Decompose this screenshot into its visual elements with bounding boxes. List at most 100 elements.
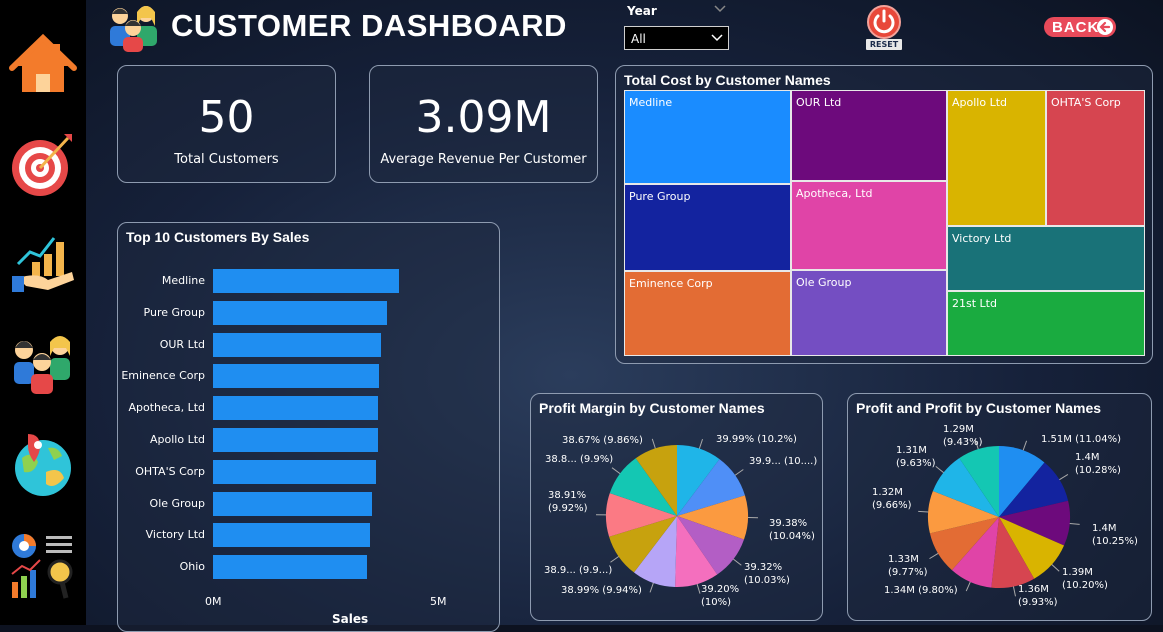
- treemap-cell[interactable]: 21st Ltd: [947, 291, 1145, 356]
- pie-data-label: 38.91%(9.92%): [548, 489, 588, 515]
- pie-leader-line: [610, 557, 618, 563]
- bar[interactable]: [213, 428, 378, 452]
- kpi-label: Average Revenue Per Customer: [370, 152, 597, 167]
- bar-category-label: OUR Ltd: [118, 338, 205, 351]
- treemap-cell[interactable]: OHTA'S Corp: [1046, 90, 1145, 226]
- treemap-cell-label: Medline: [629, 96, 672, 109]
- profit-margin-pie-chart: Profit Margin by Customer Names 39.99% (…: [530, 393, 823, 621]
- chevron-down-icon: [711, 33, 723, 43]
- treemap-cell-label: Victory Ltd: [952, 232, 1011, 245]
- pie-data-label: 1.33M(9.77%): [888, 553, 928, 579]
- pie-leader-line: [733, 559, 741, 565]
- pie-data-label: 1.39M(10.20%): [1062, 566, 1108, 592]
- pie-data-label: 38.99% (9.94%): [561, 584, 642, 597]
- bar[interactable]: [213, 460, 376, 484]
- customers-icon[interactable]: [8, 328, 78, 398]
- pie-leader-line: [1052, 565, 1059, 572]
- treemap-cell[interactable]: Medline: [624, 90, 791, 184]
- sidebar: [0, 0, 86, 625]
- pie-leader-line: [697, 584, 700, 594]
- treemap-cell[interactable]: Eminence Corp: [624, 271, 791, 356]
- total-cost-treemap: Total Cost by Customer Names MedlinePure…: [615, 65, 1153, 364]
- back-button[interactable]: BACK: [1044, 17, 1116, 37]
- customers-title-icon: [106, 2, 162, 52]
- treemap-cell[interactable]: Apotheca, Ltd: [791, 181, 947, 270]
- pie-data-label: 1.4M(10.25%): [1092, 522, 1138, 548]
- x-axis-label: Sales: [332, 612, 368, 626]
- pie-leader-line: [1023, 441, 1026, 450]
- pie-leader-line: [1070, 523, 1080, 524]
- chevron-down-icon[interactable]: [714, 4, 726, 14]
- reset-label: RESET: [866, 39, 902, 50]
- pie-data-label: 39.32%(10.03%): [744, 561, 790, 587]
- pie-data-label: 1.51M (11.04%): [1041, 433, 1121, 446]
- treemap-cell[interactable]: Apollo Ltd: [947, 90, 1046, 226]
- treemap-cell[interactable]: Pure Group: [624, 184, 791, 271]
- pie-leader-line: [612, 468, 620, 474]
- bar-category-label: OHTA'S Corp: [118, 465, 205, 478]
- bar[interactable]: [213, 523, 370, 547]
- kpi-value: 3.09M: [370, 92, 597, 143]
- treemap-cell[interactable]: Ole Group: [791, 270, 947, 356]
- bar-category-label: Apotheca, Ltd: [118, 401, 205, 414]
- power-icon: [866, 5, 902, 39]
- pie-leader-line: [930, 553, 939, 558]
- year-select[interactable]: All: [624, 26, 729, 50]
- pie-data-label: 39.20%(10%): [701, 583, 739, 609]
- treemap-cell-label: OHTA'S Corp: [1051, 96, 1121, 109]
- home-icon[interactable]: [8, 30, 78, 100]
- bar[interactable]: [213, 364, 379, 388]
- back-arrow-icon: [1096, 18, 1114, 36]
- pie-leader-line: [699, 439, 702, 448]
- reset-button[interactable]: RESET: [866, 5, 904, 51]
- pie-leader-line: [650, 583, 653, 592]
- bar[interactable]: [213, 555, 367, 579]
- bar-category-label: Eminence Corp: [118, 369, 205, 382]
- globe-map-icon[interactable]: [8, 428, 78, 498]
- treemap-cell[interactable]: Victory Ltd: [947, 226, 1145, 291]
- kpi-card-avg-revenue: 3.09M Average Revenue Per Customer: [369, 65, 598, 183]
- treemap-cell-label: Ole Group: [796, 276, 851, 289]
- treemap-cell-label: Pure Group: [629, 190, 690, 203]
- bar[interactable]: [213, 333, 381, 357]
- pie-leader-line: [735, 469, 743, 475]
- year-filter-label: Year: [627, 4, 657, 18]
- pie-data-label: 1.36M(9.93%): [1018, 583, 1058, 609]
- pie-data-label: 38.67% (9.86%): [562, 434, 643, 447]
- bar-category-label: Apollo Ltd: [118, 433, 205, 446]
- treemap-cell-label: Apollo Ltd: [952, 96, 1007, 109]
- pie-data-label: 38.9... (9.9...): [544, 564, 612, 577]
- pie-data-label: 39.99% (10.2%): [716, 433, 797, 446]
- treemap-cell-label: OUR Ltd: [796, 96, 841, 109]
- x-tick: 0M: [205, 595, 222, 608]
- x-tick: 5M: [430, 595, 447, 608]
- bar[interactable]: [213, 269, 399, 293]
- pie-data-label: 39.38%(10.04%): [769, 517, 815, 543]
- target-icon[interactable]: [8, 130, 78, 200]
- pie-leader-line: [1059, 474, 1068, 479]
- growth-chart-hand-icon[interactable]: [8, 228, 78, 298]
- bar[interactable]: [213, 492, 372, 516]
- kpi-value: 50: [118, 92, 335, 143]
- pie-data-label: 1.29M(9.43%): [943, 423, 983, 449]
- pie-data-label: 1.34M (9.80%): [884, 584, 958, 597]
- bar-category-label: Pure Group: [118, 306, 205, 319]
- back-label: BACK: [1052, 19, 1099, 36]
- analytics-icon[interactable]: [8, 530, 78, 600]
- bar[interactable]: [213, 396, 378, 420]
- pie-data-label: 1.32M(9.66%): [872, 486, 912, 512]
- bar-plot-area: Medline Pure Group OUR Ltd Eminence Corp Apo…: [118, 223, 501, 623]
- pie-data-label: 38.8... (9.9%): [545, 453, 613, 466]
- profit-pie-chart: Profit and Profit by Customer Names 1.51…: [847, 393, 1152, 621]
- pie-leader-line: [936, 466, 944, 472]
- bar-category-label: Victory Ltd: [118, 528, 205, 541]
- bar-category-label: Medline: [118, 274, 205, 287]
- treemap-cell-label: Apotheca, Ltd: [796, 187, 873, 200]
- pie-leader-line: [1013, 587, 1015, 597]
- treemap-cell[interactable]: OUR Ltd: [791, 90, 947, 181]
- bar[interactable]: [213, 301, 387, 325]
- kpi-card-total-customers: 50 Total Customers: [117, 65, 336, 183]
- bar-category-label: Ohio: [118, 560, 205, 573]
- treemap-cell-label: 21st Ltd: [952, 297, 997, 310]
- top-customers-chart: Top 10 Customers By Sales MedlinePure Gr…: [117, 222, 500, 632]
